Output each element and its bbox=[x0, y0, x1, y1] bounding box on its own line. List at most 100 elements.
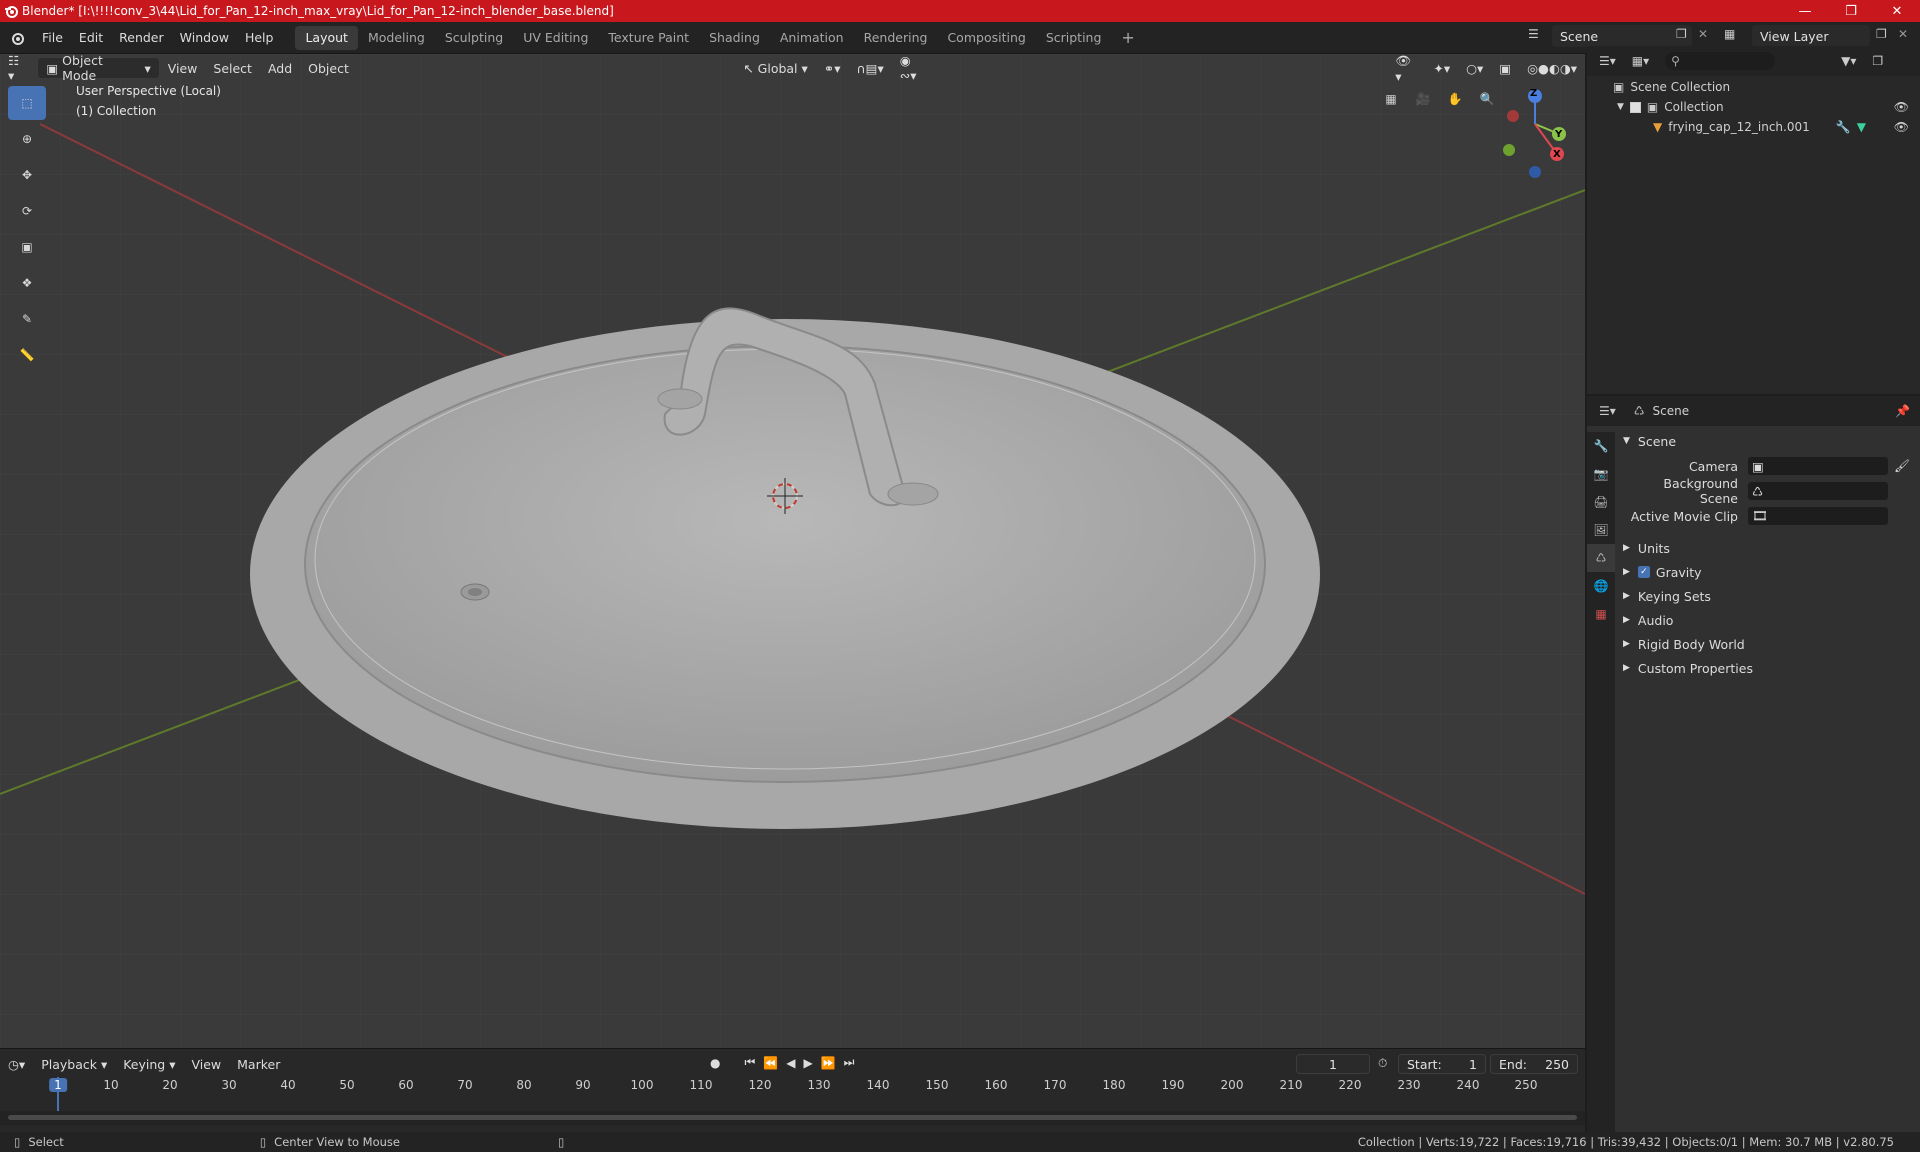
zoom-icon[interactable]: 🔍 bbox=[1474, 86, 1500, 112]
record-icon[interactable]: ● bbox=[710, 1056, 720, 1070]
viewport-menu-object[interactable]: Object bbox=[300, 57, 357, 79]
gizmo-toggle-icon[interactable]: ✦▾ bbox=[1425, 57, 1458, 79]
scene-selector-icon[interactable]: ☰ bbox=[1528, 27, 1539, 41]
tab-animation[interactable]: Animation bbox=[770, 26, 854, 50]
gravity-checkbox[interactable]: ✓ bbox=[1637, 566, 1650, 578]
new-view-layer-icon[interactable]: ❐ bbox=[1876, 27, 1887, 41]
transform-orientation-selector[interactable]: ↖ Global ▾ bbox=[735, 57, 816, 79]
pivot-point-icon[interactable]: ⚭▾ bbox=[816, 57, 849, 79]
timer-icon[interactable]: ⏱ bbox=[1378, 1056, 1387, 1071]
next-keyframe-icon[interactable]: ⏩ bbox=[821, 1056, 836, 1070]
menu-window[interactable]: Window bbox=[172, 30, 237, 45]
mode-selector[interactable]: ▣ Object Mode ▾ bbox=[37, 53, 160, 83]
scene-panel-header[interactable]: ▼ Scene bbox=[1623, 430, 1676, 452]
menu-file[interactable]: File bbox=[34, 30, 71, 45]
outliner-scene-collection[interactable]: ▣ Scene Collection bbox=[1613, 80, 1730, 94]
tab-scripting[interactable]: Scripting bbox=[1036, 26, 1112, 50]
keying-sets-section[interactable]: ▶ Keying Sets bbox=[1623, 585, 1711, 607]
current-frame-field[interactable]: 1 bbox=[1296, 1054, 1370, 1074]
shading-modes-icon[interactable]: ◎●◐◑▾ bbox=[1519, 57, 1585, 79]
menu-render[interactable]: Render bbox=[111, 30, 172, 45]
minimize-button[interactable]: — bbox=[1782, 0, 1828, 22]
close-button[interactable]: ✕ bbox=[1874, 0, 1920, 22]
outliner-object-row[interactable]: ▼ frying_cap_12_inch.001 🔧 ▼ 👁 bbox=[1635, 120, 1913, 134]
overlay-toggle-icon[interactable]: ○▾ bbox=[1458, 57, 1491, 79]
background-scene-field[interactable]: ♺ bbox=[1748, 482, 1888, 500]
mesh-data-icon[interactable]: ▼ bbox=[1857, 120, 1866, 134]
viewport-menu-view[interactable]: View bbox=[160, 57, 206, 79]
outliner-search-input[interactable]: ⚲ bbox=[1665, 52, 1776, 70]
units-section[interactable]: ▶ Units bbox=[1623, 537, 1670, 559]
render-tab-icon[interactable]: 📷 bbox=[1587, 460, 1615, 488]
viewport-menu-add[interactable]: Add bbox=[260, 57, 300, 79]
select-box-tool-icon[interactable]: ⬚ bbox=[8, 86, 46, 120]
play-icon[interactable]: ▶ bbox=[803, 1056, 812, 1070]
snap-icon[interactable]: ∩▤▾ bbox=[849, 57, 892, 79]
filter-icon[interactable]: ▼▾ bbox=[1841, 54, 1856, 68]
xray-toggle-icon[interactable]: ▣ bbox=[1491, 57, 1519, 79]
tab-texture-paint[interactable]: Texture Paint bbox=[598, 26, 699, 50]
output-tab-icon[interactable]: 🖨 bbox=[1587, 488, 1615, 516]
tab-uv-editing[interactable]: UV Editing bbox=[513, 26, 598, 50]
outliner-collection-row[interactable]: ▼ ▣ Collection 👁 bbox=[1617, 100, 1913, 114]
annotate-tool-icon[interactable]: ✎ bbox=[8, 302, 46, 336]
view-layer-icon[interactable]: ▦ bbox=[1724, 27, 1735, 41]
tool-tab-icon[interactable]: 🔧 bbox=[1587, 432, 1615, 460]
3d-viewport[interactable]: Z Y X bbox=[0, 54, 1585, 1048]
new-collection-icon[interactable]: ❐ bbox=[1872, 54, 1883, 68]
world-tab-icon[interactable]: 🌐 bbox=[1587, 572, 1615, 600]
modifier-wrench-icon[interactable]: 🔧 bbox=[1836, 120, 1851, 134]
tab-rendering[interactable]: Rendering bbox=[854, 26, 938, 50]
view-layer-selector[interactable]: View Layer bbox=[1752, 25, 1870, 47]
timeline-view-menu[interactable]: View bbox=[183, 1053, 229, 1075]
play-reverse-icon[interactable]: ◀ bbox=[786, 1056, 795, 1070]
move-tool-icon[interactable]: ✥ bbox=[8, 158, 46, 192]
pan-hand-icon[interactable]: ✋ bbox=[1442, 86, 1468, 112]
display-mode-icon[interactable]: ▦▾ bbox=[1632, 54, 1649, 68]
marker-menu[interactable]: Marker bbox=[229, 1053, 288, 1075]
editor-type-button[interactable]: ☷ ▾ bbox=[0, 53, 37, 83]
tab-modeling[interactable]: Modeling bbox=[358, 26, 435, 50]
toggle-camera-view-icon[interactable]: ▦ bbox=[1378, 86, 1404, 112]
visibility-icon[interactable]: 👁▾ bbox=[1387, 53, 1425, 84]
end-frame-field[interactable]: End: 250 bbox=[1490, 1054, 1578, 1074]
viewport-menu-select[interactable]: Select bbox=[205, 57, 260, 79]
camera-icon[interactable]: 🎥 bbox=[1410, 86, 1436, 112]
eyedropper-icon[interactable]: 🖌 bbox=[1894, 458, 1910, 474]
delete-view-layer-icon[interactable]: ✕ bbox=[1898, 27, 1908, 41]
scene-selector[interactable]: Scene bbox=[1552, 25, 1692, 47]
delete-scene-icon[interactable]: ✕ bbox=[1698, 27, 1708, 41]
camera-field[interactable]: ▣ bbox=[1748, 457, 1888, 475]
properties-editor-type-icon[interactable]: ☰▾ bbox=[1599, 404, 1616, 418]
blender-menu-icon[interactable] bbox=[0, 31, 34, 45]
cursor-tool-icon[interactable]: ⊕ bbox=[8, 122, 46, 156]
jump-start-icon[interactable]: ⏮ bbox=[744, 1055, 755, 1070]
frame-ruler[interactable]: 1 10 20 30 40 50 60 70 80 90 100 110 120… bbox=[0, 1076, 1585, 1096]
keying-menu[interactable]: Keying ▾ bbox=[115, 1053, 183, 1075]
menu-edit[interactable]: Edit bbox=[71, 30, 111, 45]
menu-help[interactable]: Help bbox=[237, 30, 282, 45]
timeline-editor-type-icon[interactable]: ◷▾ bbox=[0, 1053, 33, 1075]
expand-arrow-icon[interactable]: ▼ bbox=[1617, 102, 1624, 112]
scene-tab-icon[interactable]: ♺ bbox=[1587, 544, 1615, 572]
tab-layout[interactable]: Layout bbox=[295, 25, 358, 50]
add-workspace-button[interactable]: + bbox=[1111, 26, 1144, 50]
pin-icon[interactable]: 📌 bbox=[1895, 404, 1910, 418]
jump-end-icon[interactable]: ⏭ bbox=[844, 1055, 855, 1070]
texture-tab-icon[interactable]: ▦ bbox=[1587, 600, 1615, 628]
gravity-section[interactable]: ▶ ✓ Gravity bbox=[1623, 561, 1702, 583]
audio-section[interactable]: ▶ Audio bbox=[1623, 609, 1673, 631]
transform-tool-icon[interactable]: ❖ bbox=[8, 266, 46, 300]
collection-checkbox[interactable] bbox=[1629, 101, 1641, 113]
outliner-editor-type-icon[interactable]: ☰▾ bbox=[1599, 54, 1616, 68]
measure-tool-icon[interactable]: 📏 bbox=[8, 338, 46, 372]
timeline-scrollbar[interactable] bbox=[0, 1111, 1585, 1125]
new-scene-icon[interactable]: ❐ bbox=[1676, 27, 1687, 41]
eye-icon[interactable]: 👁 bbox=[1894, 120, 1909, 134]
scale-tool-icon[interactable]: ▣ bbox=[8, 230, 46, 264]
eye-icon[interactable]: 👁 bbox=[1894, 100, 1909, 114]
view-layer-tab-icon[interactable]: 🖼 bbox=[1587, 516, 1615, 544]
prev-keyframe-icon[interactable]: ⏪ bbox=[763, 1056, 778, 1070]
rigid-body-world-section[interactable]: ▶ Rigid Body World bbox=[1623, 633, 1745, 655]
proportional-edit-icon[interactable]: ◉ ∾▾ bbox=[892, 53, 940, 83]
